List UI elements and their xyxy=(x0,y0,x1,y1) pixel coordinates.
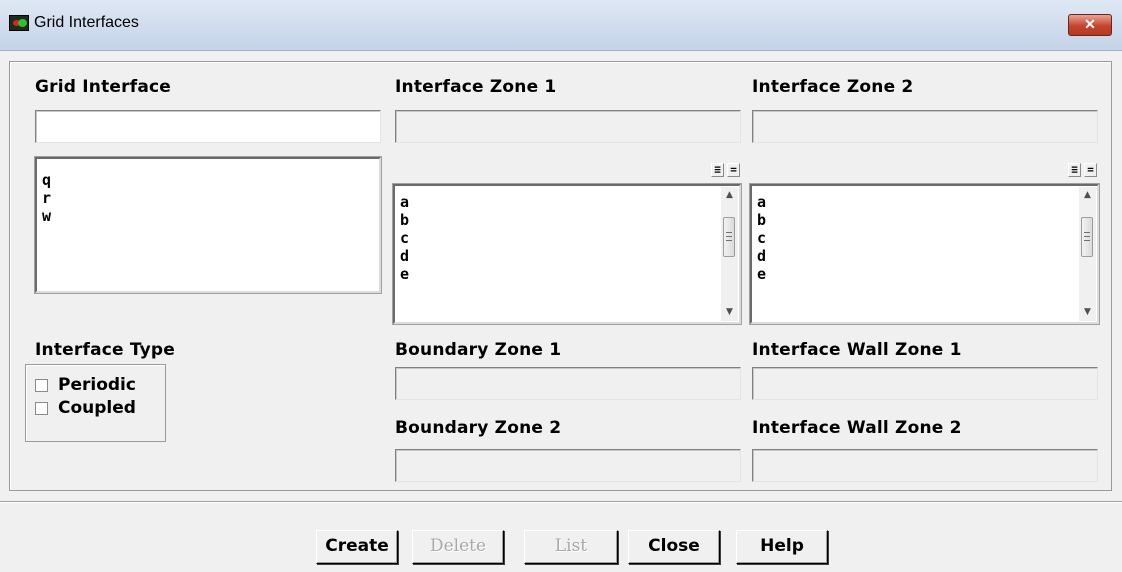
list-item[interactable]: q xyxy=(42,171,51,189)
list-item[interactable]: e xyxy=(757,265,766,283)
interface-zone-2-field xyxy=(752,110,1098,143)
scroll-up-icon[interactable]: ▲ xyxy=(721,187,738,204)
scroll-thumb[interactable] xyxy=(1081,217,1093,257)
window-close-button[interactable]: ✕ xyxy=(1068,14,1112,36)
delete-button[interactable]: Delete xyxy=(412,530,504,564)
interface-type-label: Interface Type xyxy=(35,340,176,360)
grid-interface-label: Grid Interface xyxy=(35,77,171,97)
boundary-zone-1-text xyxy=(396,368,740,399)
help-button[interactable]: Help xyxy=(736,530,828,564)
window-title: Grid Interfaces xyxy=(34,14,139,31)
boundary-zone-1-field xyxy=(395,367,741,400)
zone2-scrollbar[interactable]: ▲ ▼ xyxy=(1079,187,1096,321)
list-item[interactable]: w xyxy=(42,207,51,225)
boundary-zone-2-text xyxy=(396,450,740,481)
periodic-checkbox[interactable] xyxy=(35,379,48,392)
scroll-down-icon[interactable]: ▼ xyxy=(721,304,738,321)
interface-type-group: Periodic Coupled xyxy=(25,364,166,442)
list-item[interactable]: b xyxy=(757,211,766,229)
scroll-up-icon[interactable]: ▲ xyxy=(1079,187,1096,204)
grid-interface-list[interactable]: q r w xyxy=(34,156,382,294)
interface-wall-zone-2-label: Interface Wall Zone 2 xyxy=(752,418,962,438)
grid-interface-input[interactable] xyxy=(35,110,381,143)
boundary-zone-1-label: Boundary Zone 1 xyxy=(395,340,562,360)
interface-wall-zone-2-text xyxy=(753,450,1097,481)
close-button[interactable]: Close xyxy=(628,530,720,564)
deselect-all-zone1-button[interactable]: = xyxy=(727,163,740,177)
create-button[interactable]: Create xyxy=(316,530,398,564)
interface-zone-1-label: Interface Zone 1 xyxy=(395,77,557,97)
zone1-scrollbar[interactable]: ▲ ▼ xyxy=(721,187,738,321)
interface-zone-2-list[interactable]: a b c d e ▲ ▼ xyxy=(749,183,1100,325)
grid-interface-text[interactable] xyxy=(36,111,380,142)
list-item[interactable]: a xyxy=(757,193,766,211)
coupled-label[interactable]: Coupled xyxy=(58,398,136,418)
interface-zone-2-label: Interface Zone 2 xyxy=(752,77,914,97)
title-bar: Grid Interfaces ✕ xyxy=(0,0,1122,51)
periodic-label[interactable]: Periodic xyxy=(58,375,136,395)
interface-wall-zone-2-field xyxy=(752,449,1098,482)
select-all-zone2-button[interactable]: ≡ xyxy=(1068,163,1081,177)
boundary-zone-2-label: Boundary Zone 2 xyxy=(395,418,562,438)
app-icon xyxy=(9,15,29,31)
list-item[interactable]: d xyxy=(400,247,409,265)
boundary-zone-2-field xyxy=(395,449,741,482)
interface-wall-zone-1-text xyxy=(753,368,1097,399)
list-item[interactable]: r xyxy=(42,189,51,207)
interface-zone-1-list[interactable]: a b c d e ▲ ▼ xyxy=(392,183,742,325)
list-item[interactable]: e xyxy=(400,265,409,283)
interface-wall-zone-1-field xyxy=(752,367,1098,400)
select-all-zone1-button[interactable]: ≡ xyxy=(711,163,724,177)
list-button[interactable]: List xyxy=(524,530,618,564)
scroll-thumb[interactable] xyxy=(723,217,735,257)
list-item[interactable]: a xyxy=(400,193,409,211)
interface-zone-1-field xyxy=(395,110,741,143)
coupled-checkbox[interactable] xyxy=(35,402,48,415)
deselect-all-zone2-button[interactable]: = xyxy=(1084,163,1097,177)
interface-zone-1-text xyxy=(396,111,740,142)
scroll-down-icon[interactable]: ▼ xyxy=(1079,304,1096,321)
list-item[interactable]: d xyxy=(757,247,766,265)
interface-zone-2-text xyxy=(753,111,1097,142)
list-item[interactable]: b xyxy=(400,211,409,229)
list-item[interactable]: c xyxy=(400,229,409,247)
list-item[interactable]: c xyxy=(757,229,766,247)
interface-wall-zone-1-label: Interface Wall Zone 1 xyxy=(752,340,962,360)
